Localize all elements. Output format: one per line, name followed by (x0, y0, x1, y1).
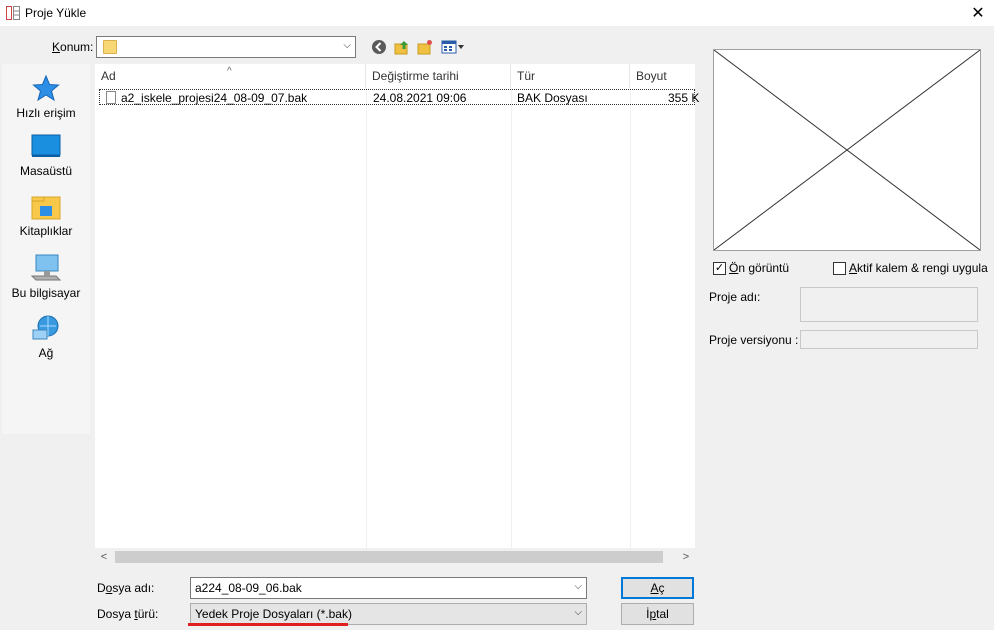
place-label: Bu bilgisayar (11, 286, 81, 300)
filename-combo[interactable]: a224_08-09_06.bak ⌵ (190, 577, 587, 599)
new-folder-icon (417, 40, 432, 55)
horizontal-scrollbar[interactable]: < > (95, 548, 695, 566)
show-preview-accel: Ö (729, 261, 739, 275)
filetype-label-prefix: Dosya (97, 607, 135, 621)
chevron-down-icon: ⌵ (574, 581, 582, 592)
open-button[interactable]: Aç (621, 577, 694, 599)
location-label-rest: onum: (60, 40, 94, 54)
preview-pane (713, 49, 981, 251)
column-header-size-label: Boyut (636, 69, 667, 83)
open-button-accel: A (650, 581, 659, 595)
column-header-name-label: Ad (101, 69, 116, 83)
location-label-accel: K (52, 40, 61, 54)
file-type: BAK Dosyası (517, 91, 588, 105)
view-menu-button[interactable] (440, 38, 466, 56)
folder-icon (103, 40, 117, 54)
file-row[interactable]: a2_iskele_projesi24_08-09_07.bak 24.08.2… (99, 89, 699, 105)
column-header-modified-label: Değiştirme tarihi (372, 69, 459, 83)
view-menu-icon (441, 40, 464, 54)
network-icon (32, 315, 59, 340)
column-separator (366, 88, 367, 548)
star-icon (32, 74, 60, 102)
active-pen-accel: A (849, 261, 858, 275)
file-list[interactable]: Ad ^ Değiştirme tarihi Tür Boyut a2_iske… (95, 64, 699, 548)
app-icon (6, 6, 20, 20)
file-modified: 24.08.2021 09:06 (373, 91, 467, 105)
place-label: Hızlı erişim (16, 106, 76, 120)
location-combo[interactable]: ⌵ (96, 36, 356, 58)
checkbox-unchecked-icon (833, 261, 846, 275)
show-preview-rest: n görüntü (738, 261, 790, 275)
place-quick-access[interactable]: Hızlı erişim (2, 74, 90, 120)
column-separator (511, 88, 512, 548)
cancel-button-rest: tal (656, 607, 669, 621)
cancel-button[interactable]: İptal (621, 603, 694, 625)
location-label: Konum: (52, 40, 93, 54)
filename-label-rest: sya adı: (112, 581, 155, 595)
place-label: Masaüstü (19, 164, 73, 178)
filename-label: Dosya adı: (97, 581, 154, 595)
title-bar: Proje Yükle ✕ (0, 0, 994, 26)
column-header-type[interactable]: Tür (511, 64, 630, 88)
show-preview-checkbox[interactable]: ✓ Ön görüntü (713, 261, 789, 275)
active-pen-rest: ktif kalem & rengi uygula (857, 261, 988, 275)
empty-preview-icon (713, 49, 981, 251)
scroll-right-icon[interactable]: > (677, 548, 695, 566)
column-header-size[interactable]: Boyut (630, 64, 695, 88)
scroll-thumb[interactable] (115, 551, 663, 563)
filename-label-prefix: D (97, 581, 106, 595)
project-name-field (800, 287, 978, 322)
file-size: 355 K (668, 91, 700, 105)
column-header-name[interactable]: Ad ^ (95, 64, 366, 88)
computer-icon (30, 254, 62, 281)
new-folder-button[interactable] (416, 38, 434, 56)
place-libraries[interactable]: Kitaplıklar (2, 194, 90, 238)
libraries-icon (31, 196, 61, 220)
filetype-combo[interactable]: Yedek Proje Dosyaları (*.bak) ⌵ (190, 603, 587, 625)
project-version-field (800, 330, 978, 349)
places-bar: Hızlı erişim Masaüstü Kitaplıklar Bu bil… (2, 64, 90, 434)
place-desktop[interactable]: Masaüstü (2, 134, 90, 178)
scroll-left-icon[interactable]: < (95, 548, 113, 566)
active-pen-checkbox[interactable]: Aktif kalem & rengi uygula (833, 261, 988, 275)
active-pen-label: Aktif kalem & rengi uygula (849, 261, 988, 275)
window-title: Proje Yükle (25, 6, 87, 20)
place-this-pc[interactable]: Bu bilgisayar (2, 254, 90, 300)
desktop-icon (31, 134, 61, 157)
filetype-value: Yedek Proje Dosyaları (*.bak) (195, 607, 352, 621)
filename-value: a224_08-09_06.bak (195, 581, 302, 595)
filetype-label-rest: ürü: (137, 607, 159, 621)
column-header-modified[interactable]: Değiştirme tarihi (366, 64, 511, 88)
checkbox-checked-icon: ✓ (713, 261, 726, 275)
up-folder-button[interactable] (393, 38, 411, 56)
red-underline-annotation (188, 623, 348, 626)
filetype-label: Dosya türü: (97, 607, 158, 621)
show-preview-label: Ön görüntü (729, 261, 789, 275)
back-icon (372, 40, 386, 54)
project-version-label: Proje versiyonu : (709, 333, 799, 347)
place-label: Kitaplıklar (19, 224, 73, 238)
file-name: a2_iskele_projesi24_08-09_07.bak (121, 91, 308, 105)
chevron-down-icon: ⌵ (574, 607, 582, 618)
place-network[interactable]: Ağ (2, 314, 90, 360)
chevron-down-icon: ⌵ (343, 40, 351, 51)
close-icon: ✕ (971, 5, 985, 22)
column-separator (630, 88, 631, 548)
up-folder-icon (394, 41, 408, 55)
sort-up-icon: ^ (227, 66, 232, 77)
project-name-label: Proje adı: (709, 290, 761, 304)
back-button[interactable] (370, 38, 388, 56)
place-label: Ağ (38, 346, 54, 360)
close-button[interactable]: ✕ (962, 0, 994, 26)
file-icon (106, 91, 116, 104)
column-header-type-label: Tür (517, 69, 535, 83)
open-button-rest: ç (658, 581, 665, 595)
